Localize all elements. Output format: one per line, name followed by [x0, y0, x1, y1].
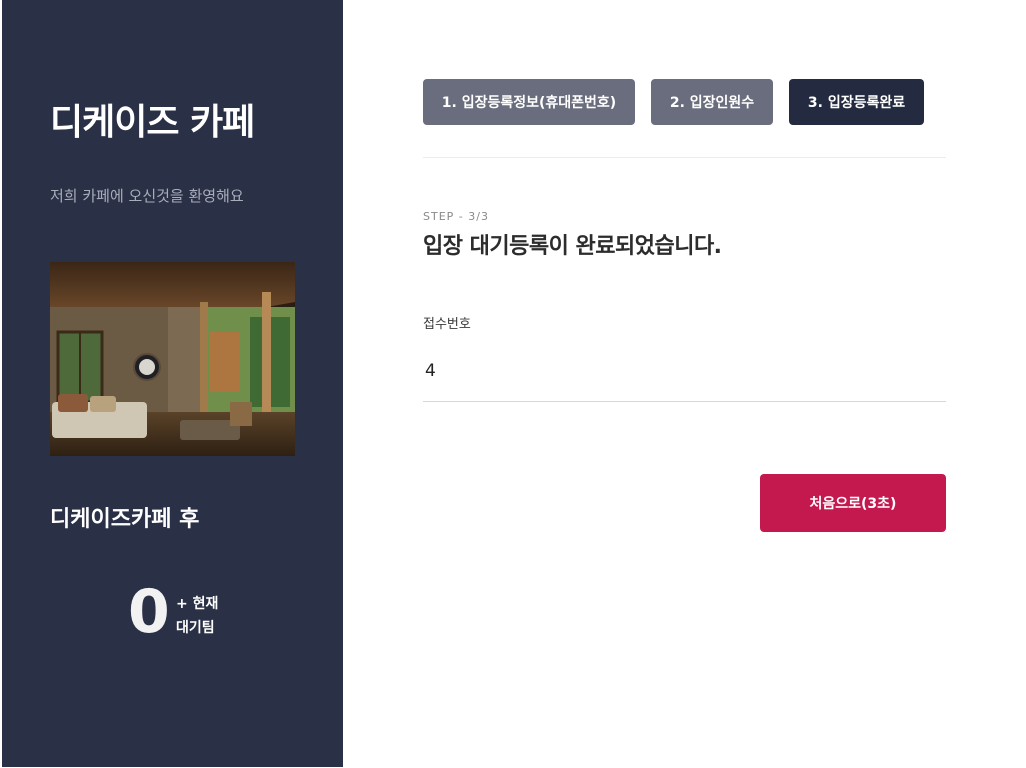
cafe-photo — [50, 262, 295, 456]
main-panel: 1. 입장등록정보(휴대폰번호) 2. 입장인원수 3. 입장등록완료 STEP… — [343, 0, 1026, 768]
queue-label: + 현재 대기팀 — [176, 592, 218, 640]
step-tab-party-size[interactable]: 2. 입장인원수 — [651, 79, 773, 125]
queue-count: 0 — [128, 577, 170, 647]
app-root: 디케이즈 카페 저희 카페에 오신것을 환영해요 디케이즈카페 후 0 + 현재… — [0, 0, 1026, 768]
step-tab-complete[interactable]: 3. 입장등록완료 — [789, 79, 924, 125]
receipt-number-label: 접수번호 — [423, 317, 471, 332]
step-tab-phone[interactable]: 1. 입장등록정보(휴대폰번호) — [423, 79, 635, 125]
sidebar: 디케이즈 카페 저희 카페에 오신것을 환영해요 디케이즈카페 후 0 + 현재… — [2, 0, 343, 767]
cafe-interior-image — [50, 262, 295, 456]
queue-caption: 디케이즈카페 후 — [50, 507, 200, 532]
cafe-subtitle: 저희 카페에 오신것을 환영해요 — [50, 187, 244, 205]
step-indicator: STEP - 3/3 — [423, 210, 489, 223]
cafe-title: 디케이즈 카페 — [50, 102, 255, 143]
receipt-number-field: 4 — [423, 340, 946, 402]
divider — [423, 157, 946, 158]
queue-label-line2: 대기팀 — [176, 620, 215, 636]
restart-button[interactable]: 처음으로(3초) — [760, 474, 946, 532]
receipt-number-value: 4 — [425, 360, 436, 381]
completion-heading: 입장 대기등록이 완료되었습니다. — [423, 234, 722, 259]
queue-label-line1: + 현재 — [176, 596, 219, 612]
